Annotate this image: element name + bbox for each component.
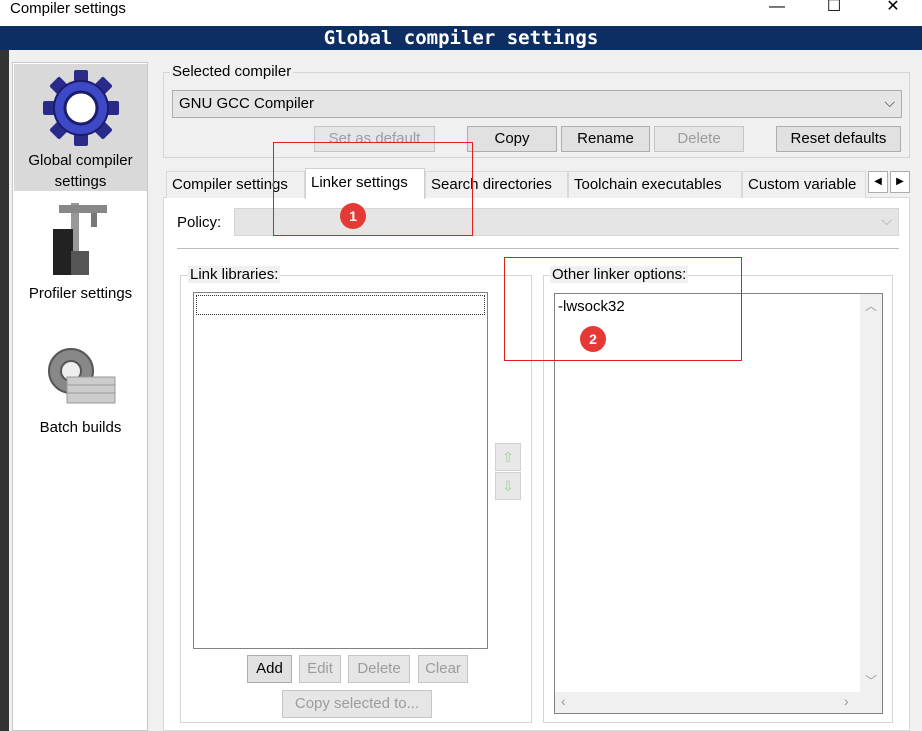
batch-icon bbox=[47, 348, 115, 404]
annotation-box-2 bbox=[504, 257, 742, 361]
compiler-select-value: GNU GCC Compiler bbox=[179, 95, 315, 112]
scrollbar-corner bbox=[860, 692, 882, 713]
sidebar-item-label: Batch builds bbox=[39, 419, 122, 436]
clear-libraries-button[interactable]: Clear bbox=[418, 655, 468, 683]
copy-selected-to-button[interactable]: Copy selected to... bbox=[282, 690, 432, 718]
minimize-icon[interactable]: — bbox=[757, 0, 797, 18]
annotation-box-1 bbox=[273, 142, 473, 236]
gear-icon bbox=[42, 70, 119, 146]
maximize-icon[interactable]: ☐ bbox=[814, 0, 854, 18]
close-icon[interactable]: ✕ bbox=[873, 0, 913, 18]
move-down-icon[interactable]: ⇩ bbox=[495, 472, 521, 500]
tab-custom-variables[interactable]: Custom variable bbox=[742, 171, 866, 198]
page-banner: Global compiler settings bbox=[0, 26, 922, 50]
policy-label: Policy: bbox=[177, 214, 222, 231]
scroll-right-icon[interactable]: › bbox=[844, 693, 849, 709]
annotation-marker-2: 2 bbox=[580, 326, 606, 352]
background-strip bbox=[0, 50, 9, 731]
compiler-select[interactable]: GNU GCC Compiler ⌵ bbox=[172, 90, 902, 118]
move-up-icon[interactable]: ⇧ bbox=[495, 443, 521, 471]
reset-defaults-button[interactable]: Reset defaults bbox=[776, 126, 901, 152]
sidebar-item-label: Profiler settings bbox=[28, 285, 133, 302]
tab-scroll-right-icon[interactable]: ▶ bbox=[890, 171, 910, 193]
chevron-down-icon: ⌵ bbox=[881, 212, 892, 228]
sidebar-item-global-compiler[interactable]: Global compiler settings bbox=[14, 64, 147, 191]
caliper-icon bbox=[52, 203, 107, 275]
scroll-left-icon[interactable]: ‹ bbox=[561, 693, 566, 709]
annotation-marker-1: 1 bbox=[340, 203, 366, 229]
sidebar-item-label: Global compiler settings bbox=[28, 152, 133, 190]
list-item[interactable] bbox=[196, 295, 485, 315]
add-library-button[interactable]: Add bbox=[247, 655, 292, 683]
delete-button[interactable]: Delete bbox=[654, 126, 744, 152]
tab-scroll-left-icon[interactable]: ◀ bbox=[868, 171, 888, 193]
tab-toolchain-executables[interactable]: Toolchain executables bbox=[568, 171, 742, 198]
title-bar: Compiler settings — ☐ ✕ bbox=[0, 0, 922, 26]
vertical-scrollbar[interactable]: ︿ ﹀ bbox=[860, 294, 882, 692]
selected-compiler-label: Selected compiler bbox=[170, 63, 294, 80]
settings-sidebar: Global compiler settings Profiler settin… bbox=[12, 62, 148, 731]
link-libraries-label: Link libraries: bbox=[188, 266, 281, 283]
scroll-down-icon[interactable]: ﹀ bbox=[865, 672, 877, 689]
sidebar-item-profiler[interactable]: Profiler settings bbox=[14, 195, 147, 310]
delete-library-button[interactable]: Delete bbox=[348, 655, 410, 683]
horizontal-scrollbar[interactable]: ‹ › bbox=[555, 692, 860, 713]
link-libraries-list[interactable] bbox=[193, 292, 488, 649]
sidebar-item-batch-builds[interactable]: Batch builds bbox=[14, 333, 147, 443]
scroll-up-icon[interactable]: ︿ bbox=[865, 297, 877, 314]
chevron-down-icon: ⌵ bbox=[884, 94, 895, 110]
window-title: Compiler settings bbox=[10, 0, 126, 17]
divider bbox=[177, 248, 899, 249]
rename-button[interactable]: Rename bbox=[561, 126, 650, 152]
copy-button[interactable]: Copy bbox=[467, 126, 557, 152]
edit-library-button[interactable]: Edit bbox=[299, 655, 341, 683]
